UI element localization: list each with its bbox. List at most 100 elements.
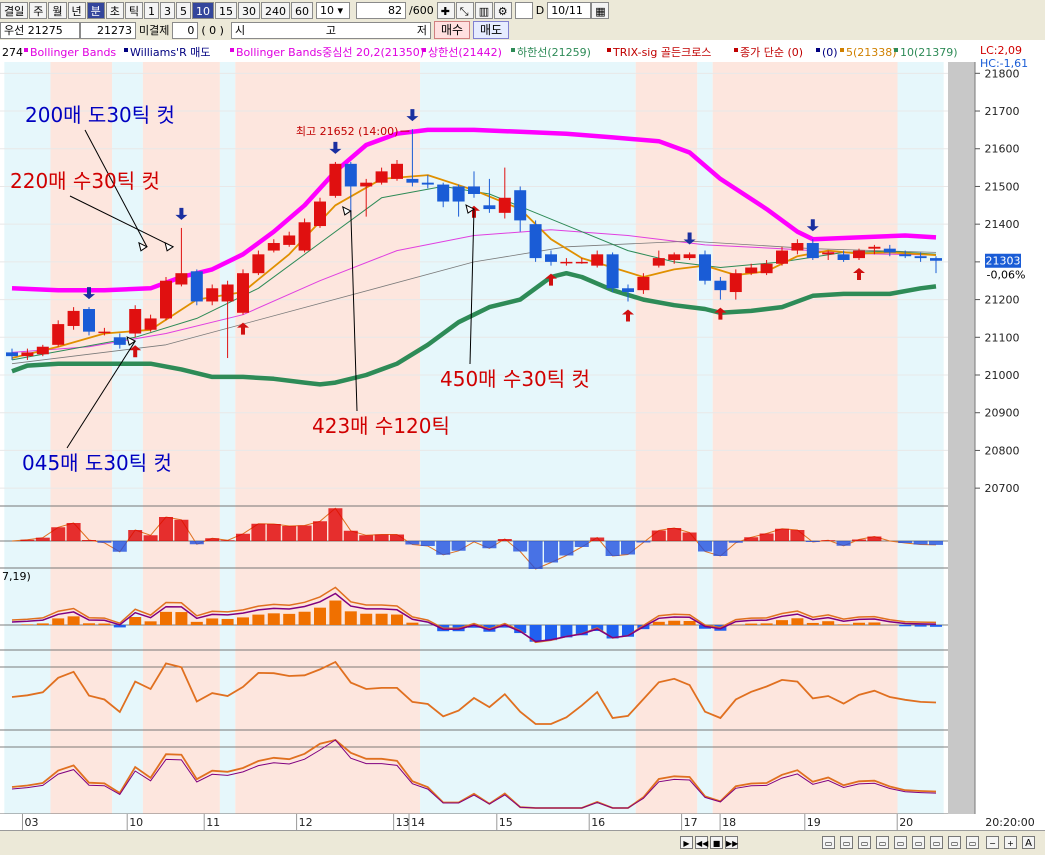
legend-item-2[interactable]: Bollinger Bands중심선 20,2(21350) [236, 46, 424, 59]
buy-button[interactable]: 매수 [434, 21, 470, 39]
period-button-11[interactable]: 15 [215, 2, 237, 19]
y-tick-label-9: 20900 [985, 407, 1020, 420]
candle-body-9 [145, 318, 157, 329]
macd-bar-53 [822, 621, 834, 625]
period-button-14[interactable]: 60 [291, 2, 313, 19]
calendar-icon[interactable]: ▦ [591, 2, 609, 19]
period-button-2[interactable]: 월 [48, 2, 66, 19]
plus-icon[interactable]: + [1004, 836, 1017, 849]
period-button-1[interactable]: 주 [29, 2, 47, 19]
gear-icon[interactable]: ⚙ [494, 2, 512, 19]
period-button-3[interactable]: 년 [68, 2, 86, 19]
symbol-field[interactable]: 우선 21275 [0, 22, 80, 39]
legend-item-0[interactable]: Bollinger Bands [30, 46, 116, 59]
chart-toolbar: 결일주월년분초틱13510153024060 10 ▾ 82 /600 ✚ ⤡ … [0, 0, 1045, 41]
x-tick-label-8: 17 [684, 816, 698, 829]
stop-icon[interactable]: ■ [710, 836, 723, 849]
y-tick-label-1: 21700 [985, 105, 1020, 118]
macd-bar-10 [160, 612, 172, 625]
candle-body-52 [807, 243, 819, 258]
macd-bar-2 [37, 623, 49, 625]
legend-item-9[interactable]: 10(21379) [900, 46, 958, 59]
candle-body-55 [853, 251, 865, 259]
legend-item-4[interactable]: 하한선(21259) [517, 45, 591, 59]
minus-icon[interactable]: − [986, 836, 999, 849]
macd-bar-19 [299, 612, 311, 625]
legend-prefix: 274 [2, 46, 23, 59]
macd-bar-22 [345, 611, 357, 625]
view-3-icon[interactable]: ▭ [858, 836, 871, 849]
crosshair-button[interactable]: ✚ [437, 2, 455, 19]
candle-body-5 [83, 309, 95, 332]
macd-bar-43 [668, 621, 680, 625]
period-button-10[interactable]: 10 [192, 2, 214, 19]
view-4-icon[interactable]: ▭ [876, 836, 889, 849]
forward-icon[interactable]: ▶▶ [725, 836, 738, 849]
rewind-icon[interactable]: ◀◀ [695, 836, 708, 849]
candle-body-23 [360, 183, 372, 187]
candle-body-45 [699, 254, 711, 280]
period-button-12[interactable]: 30 [238, 2, 260, 19]
date-checkbox[interactable] [515, 2, 533, 19]
zoom-button[interactable]: ⤡ [456, 2, 474, 19]
annotation-text-4: 045매 도30틱 컷 [22, 451, 172, 475]
trix-bar-11 [174, 520, 188, 541]
count-input-value: 82 [388, 4, 402, 17]
unsettled-field: 0 [172, 22, 198, 39]
period-button-13[interactable]: 240 [261, 2, 290, 19]
sell-button[interactable]: 매도 [473, 21, 509, 39]
period-button-6[interactable]: 틱 [125, 2, 143, 19]
legend-item-3[interactable]: 상한선(21442) [428, 46, 502, 59]
period-button-0[interactable]: 결일 [0, 2, 28, 19]
trix-bar-42 [652, 531, 666, 542]
font-size-icon[interactable]: A [1022, 836, 1035, 849]
trix-bar-5 [82, 540, 96, 541]
candle-body-31 [483, 205, 495, 209]
x-tick-label-10: 19 [807, 816, 821, 829]
view-7-icon[interactable]: ▭ [930, 836, 943, 849]
y-tick-label-8: 21000 [985, 369, 1020, 382]
split-button[interactable]: ▥ [475, 2, 493, 19]
candle-body-18 [283, 235, 295, 244]
candle-body-56 [868, 247, 880, 249]
view-5-icon[interactable]: ▭ [894, 836, 907, 849]
count-input[interactable]: 82 [356, 2, 406, 19]
period-button-7[interactable]: 1 [144, 2, 159, 19]
legend-item-6[interactable]: 종가 단순 (0) [740, 46, 803, 59]
trix-bar-53 [821, 540, 835, 541]
macd-bar-51 [791, 618, 803, 625]
high-price-note: 최고 21652 (14:00) [296, 125, 399, 138]
candle-body-58 [899, 254, 911, 256]
legend-item-1[interactable]: Williams'R 매도 [130, 46, 210, 59]
macd-bar-49 [761, 623, 773, 625]
legend-marker-8 [840, 48, 844, 52]
period-button-5[interactable]: 초 [106, 2, 124, 19]
view-6-icon[interactable]: ▭ [912, 836, 925, 849]
macd-bar-26 [406, 623, 418, 625]
x-tick-label-4: 13 [396, 816, 410, 829]
price-chart[interactable]: 0,007,19)0,000,00-100,00-100,00 최고 21652… [0, 40, 1045, 830]
trix-bar-22 [344, 531, 358, 541]
legend-lc: LC:2,09 [980, 44, 1022, 57]
period-button-8[interactable]: 3 [160, 2, 175, 19]
candle-body-40 [622, 288, 634, 292]
macd-bar-17 [268, 613, 280, 625]
period-button-4[interactable]: 분 [87, 2, 105, 19]
x-tick-label-6: 15 [499, 816, 513, 829]
trix-bar-46 [713, 541, 727, 556]
macd-bar-60 [930, 625, 942, 627]
x-tick-label-7: 16 [591, 816, 605, 829]
scroll-right-icon[interactable]: ▶ [680, 836, 693, 849]
candle-body-25 [391, 164, 403, 179]
legend-item-7[interactable]: (0) [822, 46, 838, 59]
period-select[interactable]: 10 ▾ [316, 2, 350, 19]
trix-bar-47 [729, 541, 743, 543]
view-2-icon[interactable]: ▭ [840, 836, 853, 849]
legend-item-8[interactable]: 5(21338) [846, 46, 897, 59]
view-1-icon[interactable]: ▭ [822, 836, 835, 849]
view-9-icon[interactable]: ▭ [966, 836, 979, 849]
legend-item-5[interactable]: TRIX-sig 골든크로스 [612, 46, 711, 59]
view-8-icon[interactable]: ▭ [948, 836, 961, 849]
date-input[interactable]: 10/11 [547, 2, 591, 19]
period-button-9[interactable]: 5 [176, 2, 191, 19]
